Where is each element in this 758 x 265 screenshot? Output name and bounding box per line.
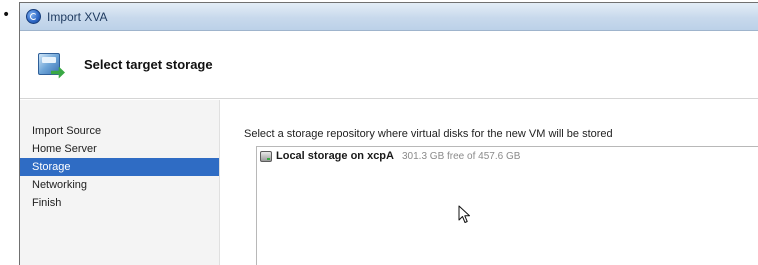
wizard-steps-sidebar: Import Source Home Server Storage Networ… — [20, 100, 220, 265]
list-bullet: • — [2, 7, 11, 23]
title-bar[interactable]: Import XVA — [20, 3, 758, 31]
sidebar-item-import-source[interactable]: Import Source — [20, 122, 219, 140]
storage-panel: Select a storage repository where virtua… — [244, 100, 758, 265]
list-item[interactable]: Local storage on xcpA 301.3 GB free of 4… — [257, 147, 758, 165]
sidebar-item-home-server[interactable]: Home Server — [20, 140, 219, 158]
window-title: Import XVA — [47, 9, 108, 24]
sidebar-item-finish[interactable]: Finish — [20, 194, 219, 212]
wizard-body: Import Source Home Server Storage Networ… — [20, 100, 758, 265]
instruction-text: Select a storage repository where virtua… — [244, 128, 613, 140]
disk-icon — [260, 150, 272, 162]
import-storage-icon — [36, 50, 66, 80]
storage-free-space: 301.3 GB free of 457.6 GB — [401, 150, 521, 162]
xen-app-icon — [26, 9, 41, 24]
sidebar-item-networking[interactable]: Networking — [20, 176, 219, 194]
page-title: Select target storage — [84, 57, 213, 72]
sidebar-item-storage[interactable]: Storage — [20, 158, 219, 176]
import-xva-window: Import XVA Select target storage Import … — [19, 2, 758, 265]
wizard-header: Select target storage — [20, 31, 758, 99]
storage-repository-list[interactable]: Local storage on xcpA 301.3 GB free of 4… — [256, 146, 758, 265]
mouse-pointer-icon — [458, 205, 470, 223]
storage-name: Local storage on xcpA — [276, 150, 394, 162]
